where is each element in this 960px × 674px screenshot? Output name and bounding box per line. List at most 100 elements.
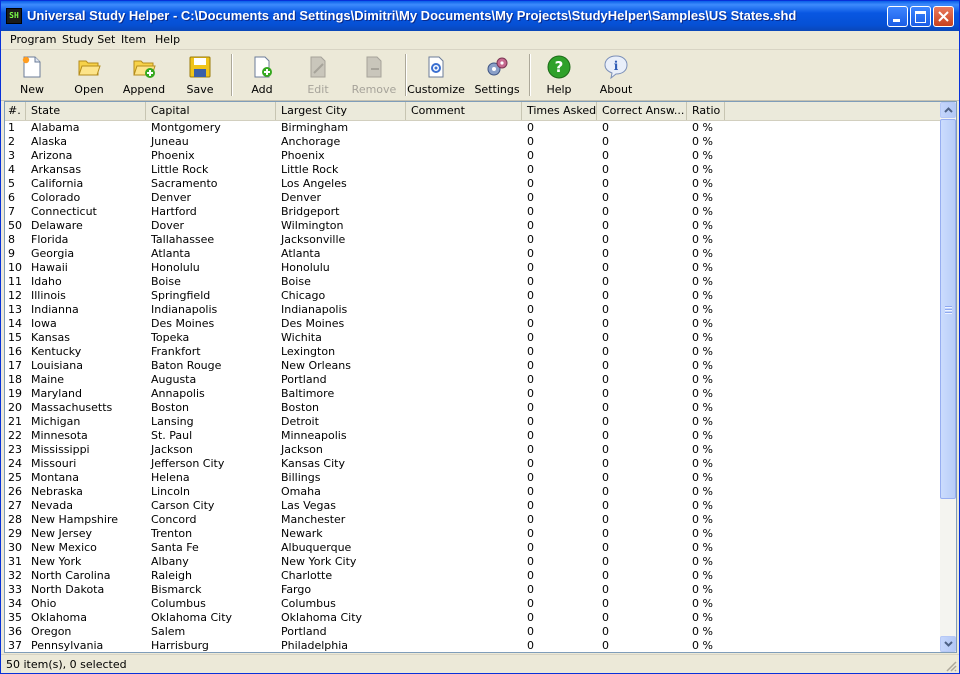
table-row[interactable]: 5 California Sacramento Los Angeles 0 0 0 % xyxy=(5,177,940,191)
cell-correct-answers: 0 xyxy=(602,163,609,176)
column-header-comment[interactable]: Comment xyxy=(406,102,522,120)
cell-capital: Boise xyxy=(151,275,181,288)
cell-times-asked: 0 xyxy=(527,345,534,358)
settings-button[interactable]: Settings xyxy=(471,52,523,98)
append-button[interactable]: Append xyxy=(118,52,170,98)
cell-number: 36 xyxy=(8,625,22,638)
about-button[interactable]: i About xyxy=(590,52,642,98)
resize-grip-icon[interactable] xyxy=(945,660,957,672)
table-row[interactable]: 12 Illinois Springfield Chicago 0 0 0 % xyxy=(5,289,940,303)
table-row[interactable]: 17 Louisiana Baton Rouge New Orleans 0 0 0 % xyxy=(5,359,940,373)
table-row[interactable]: 21 Michigan Lansing Detroit 0 0 0 % xyxy=(5,415,940,429)
scroll-thumb[interactable] xyxy=(940,119,956,499)
cell-ratio: 0 % xyxy=(692,373,713,386)
cell-largest-city: New York City xyxy=(281,555,357,568)
column-header-largest-city[interactable]: Largest City xyxy=(276,102,406,120)
table-row[interactable]: 6 Colorado Denver Denver 0 0 0 % xyxy=(5,191,940,205)
cell-largest-city: Charlotte xyxy=(281,569,333,582)
menu-study-set[interactable]: Study Set xyxy=(62,33,115,46)
cell-capital: Carson City xyxy=(151,499,215,512)
cell-capital: Indianapolis xyxy=(151,303,218,316)
table-row[interactable]: 23 Mississippi Jackson Jackson 0 0 0 % xyxy=(5,443,940,457)
table-row[interactable]: 26 Nebraska Lincoln Omaha 0 0 0 % xyxy=(5,485,940,499)
open-button[interactable]: Open xyxy=(63,52,115,98)
cell-times-asked: 0 xyxy=(527,261,534,274)
table-row[interactable]: 2 Alaska Juneau Anchorage 0 0 0 % xyxy=(5,135,940,149)
table-row[interactable]: 29 New Jersey Trenton Newark 0 0 0 % xyxy=(5,527,940,541)
table-row[interactable]: 50 Delaware Dover Wilmington 0 0 0 % xyxy=(5,219,940,233)
column-header-capital[interactable]: Capital xyxy=(146,102,276,120)
column-header-times-asked[interactable]: Times Asked xyxy=(522,102,597,120)
table-row[interactable]: 14 Iowa Des Moines Des Moines 0 0 0 % xyxy=(5,317,940,331)
table-row[interactable]: 36 Oregon Salem Portland 0 0 0 % xyxy=(5,625,940,639)
save-button[interactable]: Save xyxy=(174,52,226,98)
cell-ratio: 0 % xyxy=(692,261,713,274)
cell-comment xyxy=(406,177,522,191)
table-row[interactable]: 37 Pennsylvania Harrisburg Philadelphia 0 0 0 … xyxy=(5,639,940,652)
cell-capital: Topeka xyxy=(151,331,190,344)
study-items-list[interactable]: #. State Capital Largest City Comment Ti… xyxy=(4,101,957,653)
help-button[interactable]: ? Help xyxy=(533,52,585,98)
cell-state: New Mexico xyxy=(31,541,97,554)
table-row[interactable]: 16 Kentucky Frankfort Lexington 0 0 0 % xyxy=(5,345,940,359)
table-row[interactable]: 11 Idaho Boise Boise 0 0 0 % xyxy=(5,275,940,289)
table-row[interactable]: 18 Maine Augusta Portland 0 0 0 % xyxy=(5,373,940,387)
table-row[interactable]: 19 Maryland Annapolis Baltimore 0 0 0 % xyxy=(5,387,940,401)
table-row[interactable]: 22 Minnesota St. Paul Minneapolis 0 0 0 % xyxy=(5,429,940,443)
cell-largest-city: Newark xyxy=(281,527,323,540)
table-row[interactable]: 34 Ohio Columbus Columbus 0 0 0 % xyxy=(5,597,940,611)
table-row[interactable]: 4 Arkansas Little Rock Little Rock 0 0 0 % xyxy=(5,163,940,177)
table-row[interactable]: 1 Alabama Montgomery Birmingham 0 0 0 % xyxy=(5,121,940,135)
scroll-down-button[interactable] xyxy=(940,636,956,652)
cell-correct-answers: 0 xyxy=(602,457,609,470)
table-row[interactable]: 7 Connecticut Hartford Bridgeport 0 0 0 % xyxy=(5,205,940,219)
column-header-number[interactable]: #. xyxy=(5,102,26,120)
cell-number: 28 xyxy=(8,513,22,526)
app-icon[interactable]: SH xyxy=(6,8,22,24)
table-row[interactable]: 31 New York Albany New York City 0 0 0 % xyxy=(5,555,940,569)
cell-times-asked: 0 xyxy=(527,247,534,260)
menu-help[interactable]: Help xyxy=(155,33,180,46)
cell-ratio: 0 % xyxy=(692,457,713,470)
table-row[interactable]: 28 New Hampshire Concord Manchester 0 0 0 % xyxy=(5,513,940,527)
cell-correct-answers: 0 xyxy=(602,471,609,484)
table-row[interactable]: 30 New Mexico Santa Fe Albuquerque 0 0 0 % xyxy=(5,541,940,555)
cell-largest-city: Detroit xyxy=(281,415,319,428)
scroll-up-button[interactable] xyxy=(940,102,956,118)
help-question-icon: ? xyxy=(547,55,571,79)
column-header-state[interactable]: State xyxy=(26,102,146,120)
cell-ratio: 0 % xyxy=(692,583,713,596)
table-row[interactable]: 3 Arizona Phoenix Phoenix 0 0 0 % xyxy=(5,149,940,163)
table-row[interactable]: 9 Georgia Atlanta Atlanta 0 0 0 % xyxy=(5,247,940,261)
table-row[interactable]: 15 Kansas Topeka Wichita 0 0 0 % xyxy=(5,331,940,345)
table-row[interactable]: 13 Indianna Indianapolis Indianapolis 0 0 0 % xyxy=(5,303,940,317)
table-row[interactable]: 25 Montana Helena Billings 0 0 0 % xyxy=(5,471,940,485)
column-header-correct-answers[interactable]: Correct Answ... xyxy=(597,102,687,120)
table-row[interactable]: 33 North Dakota Bismarck Fargo 0 0 0 % xyxy=(5,583,940,597)
cell-state: Kansas xyxy=(31,331,70,344)
table-row[interactable]: 35 Oklahoma Oklahoma City Oklahoma City 0 0 0 … xyxy=(5,611,940,625)
cell-times-asked: 0 xyxy=(527,541,534,554)
column-header-ratio[interactable]: Ratio xyxy=(687,102,725,120)
table-row[interactable]: 27 Nevada Carson City Las Vegas 0 0 0 % xyxy=(5,499,940,513)
table-row[interactable]: 10 Hawaii Honolulu Honolulu 0 0 0 % xyxy=(5,261,940,275)
customize-button[interactable]: Customize xyxy=(407,52,465,98)
table-row[interactable]: 32 North Carolina Raleigh Charlotte 0 0 0 % xyxy=(5,569,940,583)
add-button[interactable]: Add xyxy=(236,52,288,98)
cell-ratio: 0 % xyxy=(692,289,713,302)
maximize-button[interactable] xyxy=(910,6,931,27)
title-bar[interactable]: SH Universal Study Helper - C:\Documents… xyxy=(1,1,959,31)
cell-number: 34 xyxy=(8,597,22,610)
vertical-scrollbar[interactable] xyxy=(940,102,956,652)
table-row[interactable]: 24 Missouri Jefferson City Kansas City 0 0 0 % xyxy=(5,457,940,471)
cell-comment xyxy=(406,555,522,569)
menu-item[interactable]: Item xyxy=(121,33,146,46)
new-button[interactable]: New xyxy=(6,52,58,98)
edit-button[interactable]: Edit xyxy=(292,52,344,98)
table-row[interactable]: 8 Florida Tallahassee Jacksonville 0 0 0 % xyxy=(5,233,940,247)
remove-button[interactable]: Remove xyxy=(348,52,400,98)
table-row[interactable]: 20 Massachusetts Boston Boston 0 0 0 % xyxy=(5,401,940,415)
minimize-button[interactable] xyxy=(887,6,908,27)
menu-program[interactable]: Program xyxy=(10,33,56,46)
close-button[interactable] xyxy=(933,6,954,27)
